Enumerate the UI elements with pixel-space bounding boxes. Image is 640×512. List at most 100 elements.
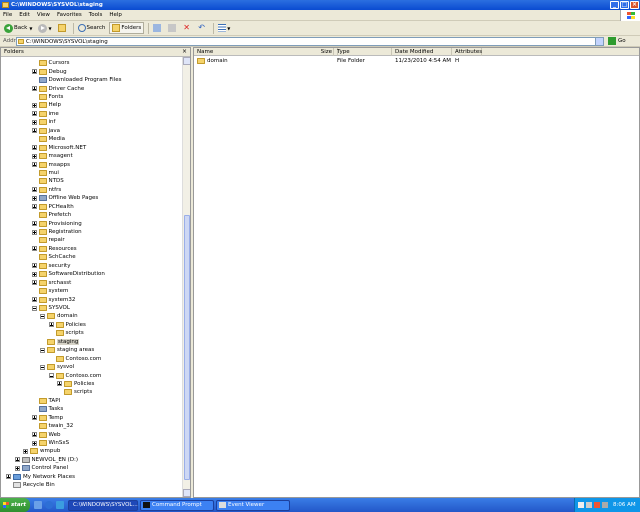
expand-icon[interactable] (31, 415, 37, 421)
windows-explorer-icon[interactable] (56, 501, 64, 509)
forward-button[interactable]: ▼ (36, 22, 53, 34)
expand-icon[interactable] (31, 246, 37, 252)
folders-scrollbar[interactable] (182, 57, 190, 497)
tree-item[interactable]: staging (40, 338, 80, 347)
views-button[interactable]: ▼ (216, 22, 232, 34)
tree-item[interactable]: WinSxS (31, 439, 69, 448)
table-row[interactable]: domain File Folder 11/23/2010 4:54 AM H (194, 57, 639, 65)
close-button[interactable]: × (630, 1, 639, 9)
tree-item[interactable]: twain_32 (32, 422, 73, 431)
tree-item[interactable]: sysvol (40, 363, 74, 372)
expand-icon[interactable] (31, 263, 37, 269)
go-button[interactable]: Go (608, 37, 626, 45)
copy-to-button[interactable] (166, 22, 179, 34)
column-size[interactable]: Size (307, 48, 334, 56)
expand-icon[interactable] (31, 271, 37, 277)
taskbar-item-event-viewer[interactable]: Event Viewer (216, 499, 290, 511)
tree-item[interactable]: scripts (57, 388, 92, 397)
menu-tools[interactable]: Tools (89, 12, 103, 18)
scroll-thumb[interactable] (184, 215, 190, 480)
tree-item[interactable]: ime (31, 110, 59, 119)
tree-item[interactable]: NEWVOL_EN (D:) (14, 456, 78, 465)
undo-button[interactable]: ↶ (196, 22, 209, 34)
expand-icon[interactable] (6, 474, 11, 480)
expand-icon[interactable] (31, 440, 37, 446)
column-date-modified[interactable]: Date Modified (392, 48, 452, 56)
expand-icon[interactable] (31, 280, 37, 286)
menu-edit[interactable]: Edit (19, 12, 30, 18)
expand-icon[interactable] (31, 86, 37, 92)
menu-file[interactable]: File (3, 12, 12, 18)
tree-item[interactable]: Web (31, 430, 61, 439)
tree-item[interactable]: NTDS (32, 177, 64, 186)
tree-item[interactable]: Control Panel (14, 464, 68, 473)
address-dropdown-button[interactable] (595, 38, 603, 45)
back-button[interactable]: Back ▼ (2, 22, 34, 34)
scroll-down-button[interactable] (183, 489, 190, 497)
tree-item[interactable]: Driver Cache (31, 84, 84, 93)
menu-favorites[interactable]: Favorites (57, 12, 82, 18)
security-icon[interactable] (594, 502, 600, 508)
tree-item[interactable]: msapps (31, 160, 70, 169)
tree-item[interactable]: Prefetch (32, 211, 71, 220)
collapse-icon[interactable] (40, 364, 45, 370)
expand-icon[interactable] (14, 457, 20, 463)
collapse-icon[interactable] (48, 373, 54, 379)
up-folder-button[interactable] (56, 22, 69, 34)
taskbar-item-command-prompt[interactable]: Command Prompt (140, 499, 214, 511)
expand-icon[interactable] (31, 432, 37, 438)
tree-item[interactable]: system (32, 287, 68, 296)
expand-icon[interactable] (31, 145, 37, 151)
tree-item[interactable]: SchCache (32, 253, 76, 262)
tree-item[interactable]: ntfrs (31, 186, 61, 195)
folders-button[interactable]: Folders (109, 22, 145, 34)
tree-item[interactable]: Policies (48, 321, 86, 330)
expand-icon[interactable] (31, 69, 37, 75)
tree-item[interactable]: Temp (31, 413, 63, 422)
tree-item[interactable]: Contoso.com (49, 354, 101, 363)
tree-item[interactable]: TAPI (32, 397, 60, 406)
expand-icon[interactable] (31, 204, 37, 210)
clock[interactable]: 8:06 AM (613, 502, 636, 508)
tree-item[interactable]: scripts (49, 329, 84, 338)
expand-icon[interactable] (31, 102, 37, 108)
tree-item[interactable]: msagent (31, 152, 73, 161)
minimize-button[interactable]: _ (610, 1, 619, 9)
maximize-button[interactable]: □ (620, 1, 629, 9)
menu-view[interactable]: View (37, 12, 50, 18)
tree-item[interactable]: Recycle Bin (6, 481, 55, 490)
tree-item[interactable]: staging areas (40, 346, 94, 355)
tree-item[interactable]: Cursors (32, 59, 69, 68)
tree-item[interactable]: srchasst (31, 278, 71, 287)
tree-item[interactable]: SoftwareDistribution (31, 270, 105, 279)
expand-icon[interactable] (48, 322, 54, 328)
tree-item[interactable]: SYSVOL (31, 304, 70, 313)
tree-item[interactable]: Provisioning (31, 219, 82, 228)
tree-item[interactable]: My Network Places (6, 473, 75, 482)
column-type[interactable]: Type (334, 48, 392, 56)
tree-item[interactable]: Resources (31, 245, 77, 254)
scroll-up-button[interactable] (183, 57, 190, 65)
expand-icon[interactable] (31, 128, 37, 134)
expand-icon[interactable] (31, 187, 37, 193)
tree-item[interactable]: Media (32, 135, 65, 144)
menu-help[interactable]: Help (109, 12, 122, 18)
expand-icon[interactable] (31, 195, 37, 201)
delete-button[interactable]: ✕ (181, 22, 194, 34)
expand-icon[interactable] (31, 111, 37, 117)
expand-icon[interactable] (31, 153, 37, 159)
tree-item[interactable]: Tasks (32, 405, 63, 414)
network-icon[interactable] (578, 502, 584, 508)
tree-item[interactable]: repair (32, 236, 65, 245)
tree-item[interactable]: Help (31, 101, 61, 110)
tree-item[interactable]: domain (40, 312, 78, 321)
folders-pane-close-button[interactable]: × (182, 48, 187, 55)
move-to-button[interactable] (151, 22, 164, 34)
title-bar[interactable]: C:\WINDOWS\SYSVOL\staging _ □ × (0, 0, 640, 10)
tree-item[interactable]: inf (31, 118, 55, 127)
tree-item[interactable]: Registration (31, 228, 82, 237)
tree-item[interactable]: security (31, 262, 70, 271)
tray-app-icon[interactable] (602, 502, 608, 508)
start-button[interactable]: start (0, 498, 30, 512)
expand-icon[interactable] (23, 448, 28, 454)
